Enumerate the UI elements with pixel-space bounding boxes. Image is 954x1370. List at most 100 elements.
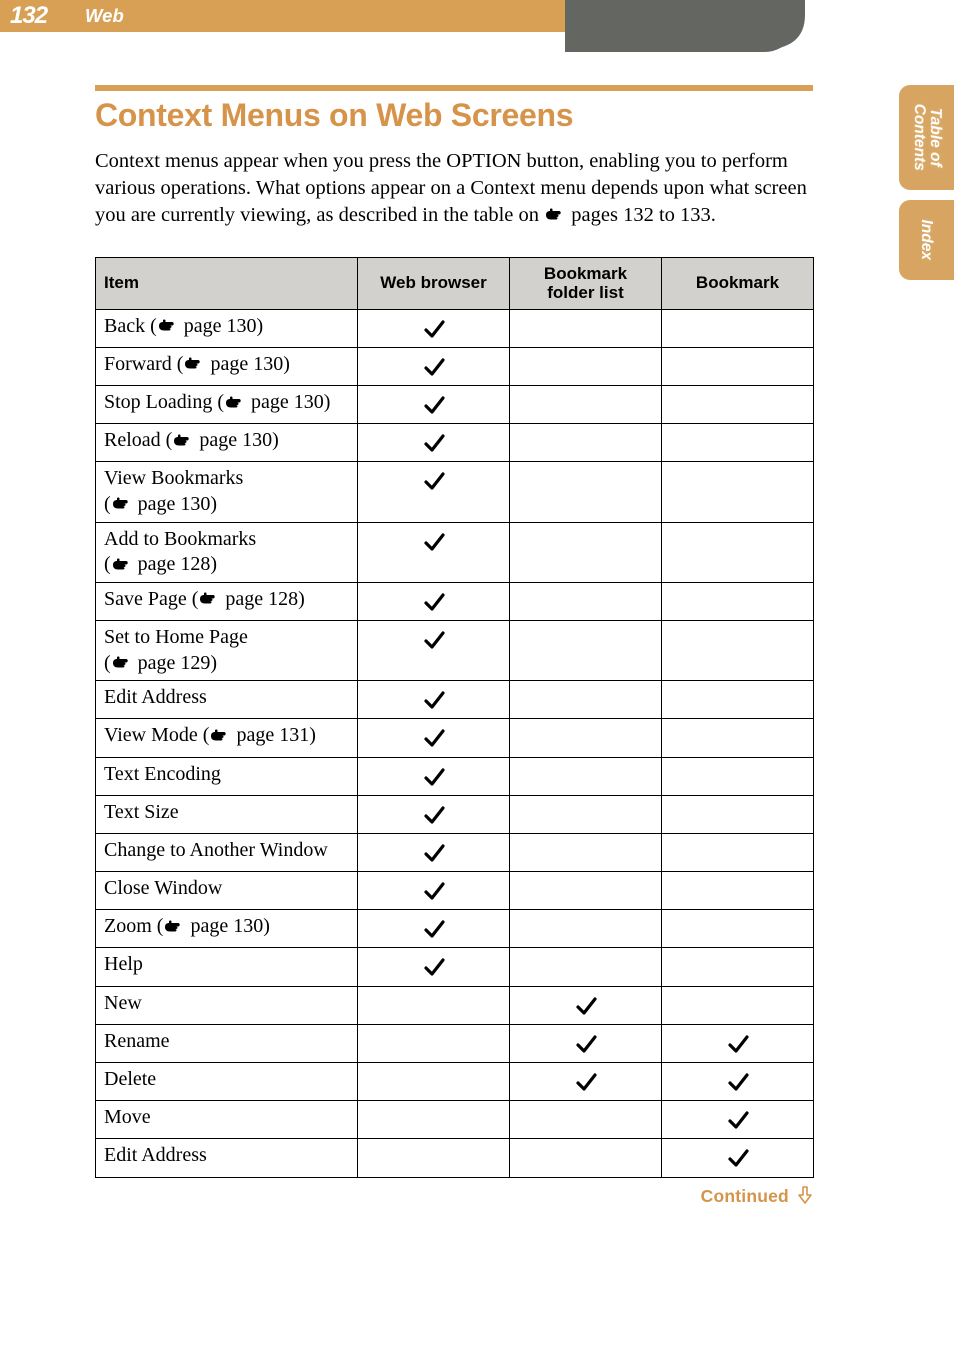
table-row: Text Encoding	[96, 757, 814, 795]
checkmark-icon	[727, 1109, 749, 1131]
table-row: New	[96, 986, 814, 1024]
check-cell	[358, 757, 510, 795]
checkmark-icon	[423, 394, 445, 416]
checkmark-icon	[727, 1071, 749, 1093]
table-row: Delete	[96, 1063, 814, 1101]
checkmark-icon	[423, 318, 445, 340]
check-cell	[662, 681, 814, 719]
table-row: Reload ( page 130)	[96, 424, 814, 462]
check-cell	[510, 582, 662, 620]
checkmark-icon	[423, 766, 445, 788]
check-cell	[358, 620, 510, 680]
check-cell	[662, 462, 814, 522]
item-cell: Stop Loading ( page 130)	[96, 386, 358, 424]
check-cell	[358, 522, 510, 582]
item-cell: Change to Another Window	[96, 833, 358, 871]
check-cell	[510, 872, 662, 910]
item-cell: Add to Bookmarks( page 128)	[96, 522, 358, 582]
reference-hand-icon	[224, 395, 246, 411]
item-cell: Edit Address	[96, 681, 358, 719]
reference-hand-icon	[163, 919, 185, 935]
checkmark-icon	[423, 842, 445, 864]
item-cell: Edit Address	[96, 1139, 358, 1177]
checkmark-icon	[423, 591, 445, 613]
checkmark-icon	[575, 995, 597, 1017]
check-cell	[662, 309, 814, 347]
table-row: Rename	[96, 1024, 814, 1062]
check-cell	[358, 1101, 510, 1139]
check-cell	[662, 1024, 814, 1062]
item-cell: Save Page ( page 128)	[96, 582, 358, 620]
item-cell: Close Window	[96, 872, 358, 910]
col-header-bookmark: Bookmark	[662, 257, 814, 309]
checkmark-icon	[423, 629, 445, 651]
check-cell	[662, 1139, 814, 1177]
checkmark-icon	[423, 689, 445, 711]
context-menu-table: Item Web browser Bookmark folder list Bo…	[95, 257, 814, 1178]
page-number: 132	[0, 2, 47, 30]
table-row: Save Page ( page 128)	[96, 582, 814, 620]
item-cell: Reload ( page 130)	[96, 424, 358, 462]
item-cell: View Mode ( page 131)	[96, 719, 358, 757]
checkmark-icon	[423, 804, 445, 826]
check-cell	[662, 719, 814, 757]
check-cell	[662, 910, 814, 948]
item-cell: Delete	[96, 1063, 358, 1101]
check-cell	[510, 757, 662, 795]
check-cell	[510, 386, 662, 424]
check-cell	[510, 1101, 662, 1139]
table-row: Back ( page 130)	[96, 309, 814, 347]
item-cell: Move	[96, 1101, 358, 1139]
reference-hand-icon	[198, 591, 220, 607]
item-cell: Text Size	[96, 795, 358, 833]
check-cell	[662, 620, 814, 680]
col-header-bookmark-folder-list: Bookmark folder list	[510, 257, 662, 309]
check-cell	[662, 948, 814, 986]
checkmark-icon	[575, 1033, 597, 1055]
check-cell	[358, 309, 510, 347]
item-cell: Forward ( page 130)	[96, 347, 358, 385]
check-cell	[510, 424, 662, 462]
checkmark-icon	[423, 470, 445, 492]
checkmark-icon	[575, 1071, 597, 1093]
check-cell	[510, 948, 662, 986]
check-cell	[358, 386, 510, 424]
table-row: Move	[96, 1101, 814, 1139]
check-cell	[358, 582, 510, 620]
check-cell	[662, 1101, 814, 1139]
table-row: Edit Address	[96, 681, 814, 719]
page-header: 132 Web	[0, 0, 954, 75]
item-cell: Rename	[96, 1024, 358, 1062]
continued-indicator: Continued	[95, 1186, 813, 1209]
checkmark-icon	[423, 531, 445, 553]
table-row: Help	[96, 948, 814, 986]
check-cell	[662, 522, 814, 582]
table-row: Change to Another Window	[96, 833, 814, 871]
check-cell	[510, 986, 662, 1024]
page-title: Context Menus on Web Screens	[95, 97, 915, 134]
check-cell	[662, 424, 814, 462]
check-cell	[662, 872, 814, 910]
check-cell	[510, 719, 662, 757]
check-cell	[358, 462, 510, 522]
check-cell	[662, 1063, 814, 1101]
check-cell	[510, 910, 662, 948]
checkmark-icon	[423, 880, 445, 902]
table-row: Text Size	[96, 795, 814, 833]
checkmark-icon	[423, 918, 445, 940]
check-cell	[662, 347, 814, 385]
item-cell: Back ( page 130)	[96, 309, 358, 347]
check-cell	[662, 795, 814, 833]
reference-hand-icon	[111, 557, 133, 573]
col-header-item: Item	[96, 257, 358, 309]
check-cell	[662, 386, 814, 424]
check-cell	[510, 681, 662, 719]
check-cell	[510, 1139, 662, 1177]
check-cell	[358, 1063, 510, 1101]
header-curve	[565, 0, 805, 52]
check-cell	[358, 1139, 510, 1177]
table-row: View Mode ( page 131)	[96, 719, 814, 757]
table-row: Add to Bookmarks( page 128)	[96, 522, 814, 582]
check-cell	[510, 795, 662, 833]
table-row: Close Window	[96, 872, 814, 910]
